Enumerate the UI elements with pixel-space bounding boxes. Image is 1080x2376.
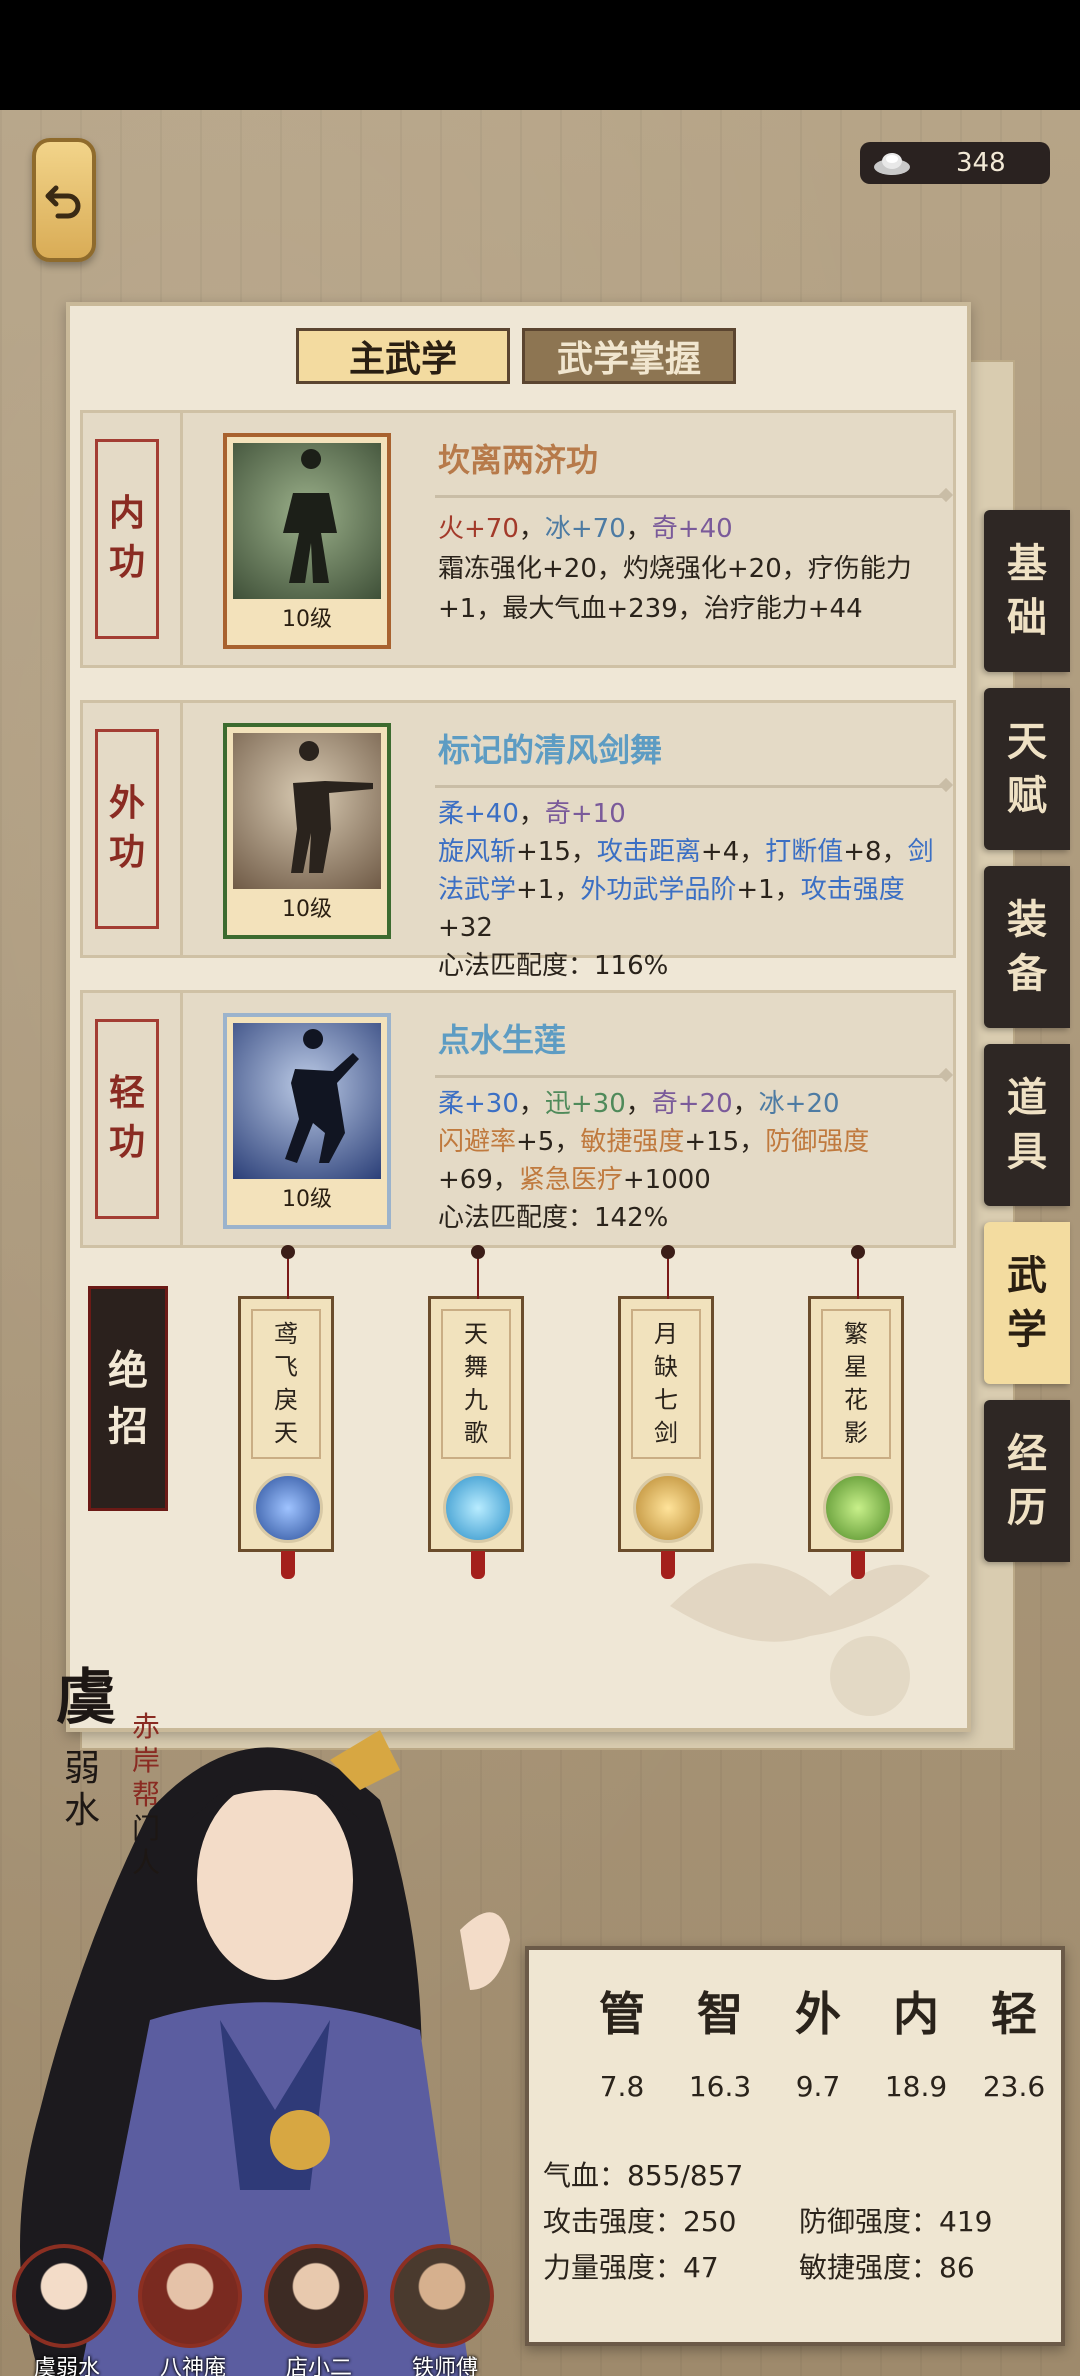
- hp-stat: 气血：855/857: [543, 2159, 744, 2192]
- skill-row-inner[interactable]: 内 功 10级 坎离两济功 火+70，冰+70，奇+40 霜冻强化+20，灼烧强…: [80, 410, 956, 668]
- attr-value-5: 23.6: [982, 2070, 1046, 2103]
- moon-blade-icon: [633, 1473, 703, 1543]
- avatar: [264, 2244, 368, 2348]
- spear-icon: [823, 1473, 893, 1543]
- skill-stats-outer: 柔+40，奇+10 旋风斩+15，攻击距离+4，打断值+8，剑法武学+1，外功武…: [438, 795, 948, 985]
- skill-stats-inner: 火+70，冰+70，奇+40 霜冻强化+20，灼烧强化+20，疗伤能力+1，最大…: [438, 514, 912, 624]
- currency-display: 348: [860, 142, 1050, 184]
- ultimate-card-4[interactable]: 繁 星 花 影: [808, 1245, 904, 1579]
- ultimate-label: 绝 招: [88, 1286, 168, 1511]
- side-tab-items[interactable]: 道具: [984, 1044, 1070, 1206]
- slot-label-lightness: 轻 功: [95, 1019, 159, 1219]
- swordsman-icon: [291, 741, 373, 873]
- skill-name-outer: 标记的清风剑舞: [438, 731, 663, 769]
- character-given-name: 弱 水: [64, 1748, 101, 1831]
- dancer-icon: [285, 1029, 359, 1163]
- attack-stat: 攻击强度：250: [543, 2205, 737, 2238]
- skill-name-inner: 坎离两济功: [438, 441, 599, 479]
- match-rate-outer: 心法匹配度：116%: [438, 951, 669, 981]
- skill-icon-lightness[interactable]: 10级: [223, 1013, 391, 1229]
- attr-value-1: 7.8: [599, 2070, 645, 2103]
- agility-stat: 敏捷强度：86: [799, 2251, 975, 2284]
- side-tab-basic[interactable]: 基础: [984, 510, 1070, 672]
- attr-value-2: 16.3: [688, 2070, 752, 2103]
- whirl-icon: [443, 1473, 513, 1543]
- attr-value-3: 9.7: [795, 2070, 841, 2103]
- slot-label-outer: 外 功: [95, 729, 159, 929]
- roster-member-4[interactable]: 铁师傅: [390, 2244, 500, 2376]
- attr-head-5: 轻: [991, 1987, 1037, 2041]
- status-bar: [0, 0, 1080, 110]
- character-surname: 虞: [56, 1663, 116, 1733]
- skill-stats-lightness: 柔+30，迅+30，奇+20，冰+20 闪避率+5，敏捷强度+15，防御强度+6…: [438, 1085, 948, 1237]
- attr-head-4: 内: [893, 1987, 939, 2041]
- attr-head-2: 智: [697, 1987, 743, 2041]
- tab-main-martial[interactable]: 主武学: [296, 328, 510, 384]
- return-arrow-icon: [45, 185, 81, 219]
- skill-row-lightness[interactable]: 轻 功 10级 点水生莲 柔+30，迅+30，奇+20，冰+20 闪避率+5，敏…: [80, 990, 956, 1248]
- avatar: [390, 2244, 494, 2348]
- attr-head-3: 外: [795, 1987, 841, 2041]
- currency-amount: 348: [956, 148, 1006, 178]
- ultimate-card-2[interactable]: 天 舞 九 歌: [428, 1245, 524, 1579]
- skill-icon-inner[interactable]: 10级: [223, 433, 391, 649]
- attr-value-4: 18.9: [884, 2070, 948, 2103]
- defense-stat: 防御强度：419: [799, 2205, 993, 2238]
- side-tab-equipment[interactable]: 装备: [984, 866, 1070, 1028]
- side-tab-martial[interactable]: 武学: [984, 1222, 1070, 1384]
- martial-arts-panel: 主武学 武学掌握 内 功 10级 坎离两济功 火+70，冰+70，奇+40 霜冻…: [66, 302, 971, 1732]
- roster-member-3[interactable]: 店小二: [264, 2244, 374, 2376]
- avatar: [12, 2244, 116, 2348]
- match-rate-lightness: 心法匹配度：142%: [438, 1203, 669, 1233]
- roster-member-1[interactable]: 虞弱水: [12, 2244, 122, 2376]
- team-roster: 虞弱水 八神庵 店小二 铁师傅: [0, 2244, 540, 2376]
- ultimate-card-1[interactable]: 鸢 飞 戾 天: [238, 1245, 334, 1579]
- silver-ingot-icon: [874, 153, 910, 175]
- character-faction: 赤 岸 帮 门 人: [132, 1710, 161, 1879]
- attr-head-1: 管: [599, 1987, 645, 2041]
- side-tab-history[interactable]: 经历: [984, 1400, 1070, 1562]
- ultimate-card-3[interactable]: 月 缺 七 剑: [618, 1245, 714, 1579]
- side-tab-talent[interactable]: 天赋: [984, 688, 1070, 850]
- roster-member-2[interactable]: 八神庵: [138, 2244, 248, 2376]
- skill-name-lightness: 点水生莲: [438, 1021, 567, 1059]
- skill-icon-outer[interactable]: 10级: [223, 723, 391, 939]
- back-button[interactable]: [32, 138, 96, 262]
- attribute-panel: 管 智 外 内 轻 7.8 16.3 9.7 18.9 23.6 气血：855/…: [525, 1946, 1065, 2346]
- strength-stat: 力量强度：47: [543, 2251, 719, 2284]
- martial-figure-icon: [283, 449, 337, 583]
- avatar: [138, 2244, 242, 2348]
- slot-label-inner: 内 功: [95, 439, 159, 639]
- blade-icon: [253, 1473, 323, 1543]
- skill-row-outer[interactable]: 外 功 10级 标记的清风剑舞 柔+40，奇+10 旋风斩+15，攻击距离+4，…: [80, 700, 956, 981]
- tab-mastery[interactable]: 武学掌握: [522, 328, 736, 384]
